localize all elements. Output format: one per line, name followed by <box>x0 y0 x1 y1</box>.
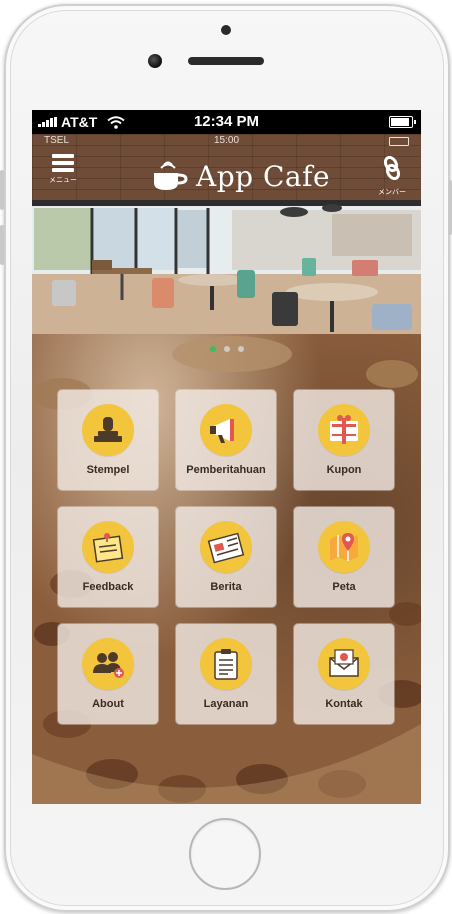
inner-battery-icon <box>389 137 409 146</box>
users-icon <box>93 652 124 678</box>
tile-label: Kontak <box>325 698 363 710</box>
coffee-cup-icon <box>154 161 188 190</box>
newspaper-icon <box>207 532 245 564</box>
mail-icon <box>329 649 359 677</box>
carousel-indicator[interactable] <box>32 346 421 352</box>
megaphone-icon <box>210 419 234 443</box>
tile-label: Peta <box>332 581 356 593</box>
menu-button[interactable]: メニュー <box>48 154 78 194</box>
tile-pemberitahuan[interactable]: Pemberitahuan <box>176 390 276 490</box>
tile-feedback[interactable]: Feedback <box>58 507 158 607</box>
tile-label: Layanan <box>203 698 249 710</box>
tile-label: Kupon <box>326 464 362 476</box>
coupon-icon <box>330 415 358 444</box>
hero-banner-image[interactable] <box>32 200 421 334</box>
carousel-dot-3[interactable] <box>237 346 244 352</box>
tile-label: Stempel <box>86 464 130 476</box>
tile-kontak[interactable]: Kontak <box>294 624 394 724</box>
tile-label: Feedback <box>82 581 134 593</box>
tile-peta[interactable]: Peta <box>294 507 394 607</box>
stamp-icon <box>94 417 122 442</box>
volume-up-button <box>0 170 4 210</box>
app-header: TSEL 15:00 メニュー App Cafe メンバー <box>32 134 421 200</box>
volume-down-button <box>0 225 4 265</box>
link-icon <box>383 155 401 181</box>
status-bar: AT&T 12:34 PM <box>32 110 421 134</box>
battery-icon <box>389 116 416 128</box>
inner-status-bar: TSEL 15:00 <box>32 134 421 148</box>
tile-stempel[interactable]: Stempel <box>58 390 158 490</box>
inner-time: 15:00 <box>213 135 240 146</box>
carousel-dot-2[interactable] <box>223 346 230 352</box>
tile-berita[interactable]: Berita <box>176 507 276 607</box>
phone-screen: AT&T 12:34 PM TSEL 15:00 メニュー App Cafe メ… <box>32 110 421 804</box>
tile-layanan[interactable]: Layanan <box>176 624 276 724</box>
front-sensor <box>221 25 231 35</box>
home-button[interactable] <box>189 818 261 890</box>
power-button <box>448 180 452 235</box>
tile-about[interactable]: About <box>58 624 158 724</box>
tile-kupon[interactable]: Kupon <box>294 390 394 490</box>
status-time: 12:34 PM <box>193 113 260 130</box>
map-icon <box>330 533 358 561</box>
tile-label: About <box>92 698 124 710</box>
tile-label: Berita <box>210 581 242 593</box>
clipboard-icon <box>214 649 238 680</box>
member-button[interactable]: メンバー <box>377 155 407 196</box>
main-menu-area: Stempel Pemberitahuan Kupon Feedback Ber… <box>32 334 421 804</box>
cafe-interior-illustration <box>32 200 421 334</box>
menu-label: メニュー <box>49 177 77 184</box>
front-camera <box>148 54 162 68</box>
menu-icon <box>52 154 74 172</box>
note-icon <box>92 533 124 563</box>
carousel-dot-1[interactable] <box>209 346 216 352</box>
app-title: App Cafe <box>196 159 331 193</box>
member-label: メンバー <box>378 189 406 196</box>
earpiece-speaker <box>188 57 264 65</box>
app-logo: App Cafe <box>150 156 330 196</box>
tile-label: Pemberitahuan <box>186 464 266 476</box>
